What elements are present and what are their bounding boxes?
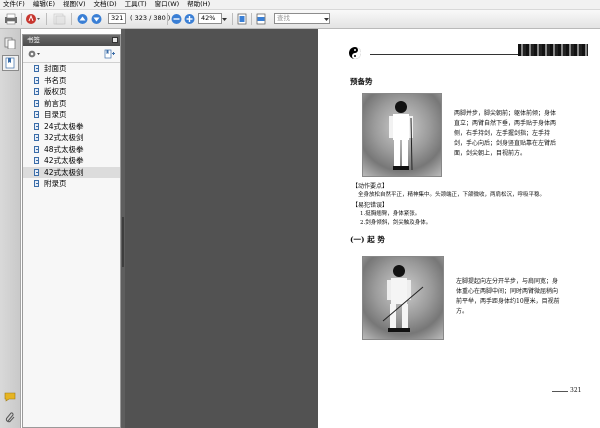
- pages-panel-button[interactable]: [4, 37, 16, 50]
- figure-photo: [362, 256, 444, 340]
- zoom-out-button[interactable]: [171, 13, 182, 25]
- bookmark-icon: [5, 57, 15, 69]
- chevron-down-icon: [324, 18, 329, 21]
- minus-icon: [171, 14, 182, 24]
- bookmark-page-icon: [34, 168, 39, 176]
- bookmark-page-icon: [34, 180, 39, 188]
- plus-icon: [184, 14, 195, 24]
- document-page: 预备势 两脚并步，脚尖朝前；躯体前倾；身体直立；两臂自然下垂，两手贴于身体两侧，…: [318, 29, 600, 428]
- previous-page-button[interactable]: [77, 13, 88, 25]
- search-dropdown-button[interactable]: [323, 13, 330, 25]
- comments-button[interactable]: [4, 392, 16, 402]
- subsection-title: (一) 起 势: [350, 235, 385, 244]
- figure-illustration: [389, 101, 413, 171]
- document-icon: [53, 13, 66, 25]
- paragraph-2: 左脚提起向左分开半步，与肩同宽；身体重心在两脚中间；同时两臂微屈稍向前平举，两手…: [456, 278, 560, 315]
- header-decoration-image: [518, 44, 588, 56]
- menu-edit[interactable]: 编辑(E): [30, 0, 60, 9]
- menu-tools[interactable]: 工具(T): [122, 0, 152, 9]
- zoom-dropdown-button[interactable]: [221, 13, 228, 25]
- arrow-down-icon: [91, 14, 102, 24]
- section-title: 预备势: [350, 77, 373, 86]
- yin-yang-icon: [349, 47, 361, 59]
- common-errors-heading: 【易犯错误】: [352, 202, 389, 209]
- zoom-level-select[interactable]: 42%: [198, 13, 222, 24]
- gear-icon: [28, 50, 40, 58]
- paragraph-1: 两脚并步，脚尖朝前；躯体前倾；身体直立；两臂自然下垂，两手贴于身体两侧，右手持剑…: [454, 110, 557, 157]
- new-bookmark-button[interactable]: [104, 49, 116, 59]
- menu-help[interactable]: 帮助(H): [184, 0, 215, 9]
- bookmarks-panel-button[interactable]: [2, 55, 19, 71]
- bookmark-page-icon: [34, 157, 39, 165]
- bookmark-item[interactable]: 42式太极拳: [23, 155, 120, 167]
- bookmark-page-icon: [34, 145, 39, 153]
- search-input[interactable]: 查找: [274, 13, 330, 24]
- bookmark-item[interactable]: 书名页: [23, 75, 120, 87]
- bookmarks-panel: 书签 封面页 书名页 版权页 前言页 目录页 24式太极拳 32式太极剑 48式…: [22, 34, 121, 428]
- panel-close-button[interactable]: [112, 37, 118, 43]
- pages-icon: [4, 37, 16, 50]
- panel-header: 书签: [23, 35, 120, 46]
- acrobat-icon: [26, 14, 40, 24]
- create-pdf-button[interactable]: [25, 13, 43, 25]
- panel-toolbar: [23, 46, 120, 63]
- attach-button[interactable]: [51, 13, 67, 25]
- paperclip-icon: [5, 412, 15, 423]
- menu-bar: 文件(F) 编辑(E) 视图(V) 文档(D) 工具(T) 窗口(W) 帮助(H…: [0, 0, 600, 10]
- document-viewport: [125, 29, 318, 428]
- bookmark-item[interactable]: 版权页: [23, 86, 120, 98]
- comment-icon: [4, 392, 16, 402]
- attachments-button[interactable]: [4, 411, 16, 423]
- page-number-input[interactable]: 321: [108, 13, 126, 24]
- menu-file[interactable]: 文件(F): [0, 0, 30, 9]
- splitter-handle[interactable]: [122, 217, 124, 267]
- bookmark-item[interactable]: 封面页: [23, 63, 120, 75]
- menu-document[interactable]: 文档(D): [91, 0, 122, 9]
- bookmark-page-icon: [34, 122, 39, 130]
- bookmark-page-icon: [34, 76, 39, 84]
- bookmark-page-icon: [34, 65, 39, 73]
- common-error-2: 2.剑身倾斜，剑尖触及身体。: [360, 220, 432, 226]
- bookmark-options-button[interactable]: [27, 49, 41, 59]
- fit-width-button[interactable]: [255, 13, 267, 25]
- bookmark-item[interactable]: 附录页: [23, 178, 120, 190]
- bookmark-item[interactable]: 前言页: [23, 98, 120, 110]
- bookmark-list: 封面页 书名页 版权页 前言页 目录页 24式太极拳 32式太极剑 48式太极拳…: [23, 63, 120, 190]
- bookmark-item[interactable]: 32式太极剑: [23, 132, 120, 144]
- menu-window[interactable]: 窗口(W): [152, 0, 185, 9]
- fit-page-button[interactable]: [236, 13, 248, 25]
- navigation-strip: [0, 29, 21, 428]
- fit-page-icon: [237, 13, 247, 25]
- new-bookmark-icon: [104, 49, 115, 59]
- bookmark-page-icon: [34, 134, 39, 142]
- footer-rule: [552, 391, 568, 392]
- bookmark-page-icon: [34, 88, 39, 96]
- bookmark-item[interactable]: 48式太极拳: [23, 144, 120, 156]
- fit-width-icon: [256, 13, 266, 25]
- chevron-down-icon: [222, 18, 227, 21]
- bookmark-page-icon: [34, 99, 39, 107]
- printer-icon: [5, 13, 17, 25]
- bookmark-page-icon: [34, 111, 39, 119]
- page-count: ( 323 / 380 ): [130, 14, 171, 22]
- page-number-label: 321: [570, 387, 582, 394]
- panel-title: 书签: [27, 36, 40, 44]
- key-points-heading: 【动作要点】: [352, 183, 389, 190]
- arrow-up-icon: [77, 14, 88, 24]
- common-error-1: 1.挺胸翘臀，身体紧张。: [360, 211, 421, 217]
- figure-photo: [362, 93, 442, 177]
- key-points-text: 全身放松自然平正，精神集中。头颈端正，下颌微收，两肩松沉，呼吸平稳。: [358, 192, 546, 198]
- toolbar: 321 ( 323 / 380 ) 42% 查找: [0, 10, 600, 29]
- print-button[interactable]: [4, 13, 18, 25]
- zoom-in-button[interactable]: [184, 13, 195, 25]
- next-page-button[interactable]: [91, 13, 102, 25]
- bookmark-item-selected[interactable]: 42式太极剑: [23, 166, 120, 178]
- bookmark-item[interactable]: 24式太极拳: [23, 121, 120, 133]
- menu-view[interactable]: 视图(V): [60, 0, 91, 9]
- bookmark-item[interactable]: 目录页: [23, 109, 120, 121]
- figure-illustration: [382, 265, 424, 332]
